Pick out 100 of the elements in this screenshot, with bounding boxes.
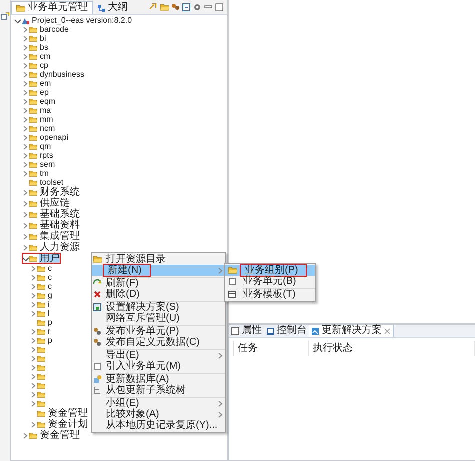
menu-item[interactable]: 打开资源目录 bbox=[92, 254, 225, 265]
menu-item[interactable]: 网络互斥管理(U) bbox=[92, 313, 225, 324]
tree-item[interactable]: ep bbox=[39, 88, 50, 97]
chevron-right-icon[interactable] bbox=[30, 354, 37, 362]
tree-item[interactable]: mm bbox=[39, 115, 54, 124]
chevron-right-icon[interactable] bbox=[22, 222, 29, 230]
tree-item[interactable]: Project_0--eas version:8.2.0 bbox=[31, 16, 134, 25]
tree-item[interactable]: bi bbox=[39, 34, 48, 43]
chevron-right-icon[interactable] bbox=[22, 44, 29, 52]
menu-item[interactable]: 发布业务单元(P) bbox=[92, 326, 225, 337]
menu-item[interactable]: 业务模板(T) bbox=[225, 289, 316, 300]
menu-item[interactable]: 删除(D) bbox=[92, 289, 225, 300]
chevron-right-icon[interactable] bbox=[22, 232, 29, 240]
tree-item[interactable]: dynbusiness bbox=[39, 70, 86, 79]
chevron-right-icon[interactable] bbox=[22, 106, 29, 114]
chevron-right-icon[interactable] bbox=[22, 142, 29, 150]
tree-item[interactable]: 供应链 bbox=[39, 198, 71, 209]
tree-item[interactable]: 资金管理 bbox=[39, 430, 81, 441]
menu-item[interactable]: 设置解决方案(S) bbox=[92, 302, 225, 313]
close-icon[interactable] bbox=[384, 328, 391, 334]
tree-item[interactable]: 资金计划 bbox=[47, 419, 89, 430]
menu-item[interactable]: 发布自定义元数据(C) bbox=[92, 337, 225, 348]
chevron-right-icon[interactable] bbox=[22, 70, 29, 78]
chevron-right-icon[interactable] bbox=[30, 274, 37, 282]
tree-item[interactable]: 基础系统 bbox=[39, 209, 81, 220]
chevron-right-icon[interactable] bbox=[30, 400, 37, 408]
chevron-right-icon[interactable] bbox=[30, 328, 37, 336]
tree-item[interactable]: r bbox=[47, 327, 52, 336]
chevron-right-icon[interactable] bbox=[30, 336, 37, 344]
restore-icon[interactable] bbox=[1, 12, 10, 20]
chevron-right-icon[interactable] bbox=[22, 152, 29, 160]
chevron-right-icon[interactable] bbox=[22, 200, 29, 208]
tab[interactable]: 业务单元管理 bbox=[11, 1, 93, 14]
menu-item[interactable]: 比较对象(A) bbox=[92, 409, 225, 420]
menu-item[interactable]: 导出(E) bbox=[92, 350, 225, 361]
tree-item[interactable]: bs bbox=[39, 43, 50, 52]
chevron-right-icon[interactable] bbox=[30, 292, 37, 300]
menu-item[interactable]: 业务单元(B) bbox=[225, 276, 316, 287]
tree-item[interactable]: 人力资源 bbox=[39, 242, 81, 253]
tab[interactable]: 控制台 bbox=[264, 325, 309, 337]
tab[interactable]: 属性 bbox=[229, 325, 264, 337]
maximize-icon[interactable] bbox=[215, 3, 225, 12]
column-header[interactable]: 任务 bbox=[234, 341, 309, 356]
folder-icon[interactable] bbox=[160, 3, 170, 12]
chevron-right-icon[interactable] bbox=[30, 390, 37, 398]
tree-item[interactable]: rpts bbox=[39, 151, 54, 160]
chevron-right-icon[interactable] bbox=[22, 52, 29, 60]
chevron-right-icon[interactable] bbox=[30, 346, 37, 354]
tree-item[interactable]: 财务系统 bbox=[39, 187, 81, 198]
tree-item[interactable]: c bbox=[47, 264, 53, 273]
tree-item[interactable]: barcode bbox=[39, 25, 70, 34]
chevron-right-icon[interactable] bbox=[22, 134, 29, 142]
chevron-right-icon[interactable] bbox=[22, 80, 29, 88]
tree-item[interactable]: c bbox=[47, 282, 53, 291]
collapse-all-icon[interactable] bbox=[182, 3, 192, 12]
chevron-right-icon[interactable] bbox=[22, 188, 29, 196]
tree-item[interactable]: l bbox=[47, 309, 51, 318]
tree-item[interactable]: 资金管理 bbox=[47, 408, 89, 419]
tree-item[interactable]: i bbox=[47, 300, 51, 309]
chevron-right-icon[interactable] bbox=[22, 210, 29, 218]
chevron-right-icon[interactable] bbox=[30, 364, 37, 372]
chevron-down-icon[interactable] bbox=[14, 16, 21, 24]
chevron-right-icon[interactable] bbox=[30, 300, 37, 308]
menu-item[interactable]: 更新数据库(A) bbox=[92, 374, 225, 385]
menu-item[interactable]: 新建(N) bbox=[92, 265, 225, 276]
chevron-right-icon[interactable] bbox=[22, 160, 29, 168]
tree-item[interactable]: p bbox=[47, 336, 54, 345]
chevron-right-icon[interactable] bbox=[22, 98, 29, 106]
chevron-right-icon[interactable] bbox=[22, 26, 29, 34]
tree-item[interactable]: sem bbox=[39, 160, 56, 169]
tree-item[interactable]: 基础资料 bbox=[39, 220, 81, 231]
menu-item[interactable]: 从包更新子系统树 bbox=[92, 385, 225, 396]
chevron-right-icon[interactable] bbox=[22, 34, 29, 42]
menu-item[interactable]: 业务组别(P) bbox=[225, 265, 316, 276]
chevron-right-icon[interactable] bbox=[22, 170, 29, 178]
tree-item[interactable]: 集成管理 bbox=[39, 231, 81, 242]
menu-item[interactable]: 刷新(F) bbox=[92, 278, 225, 289]
tab[interactable]: 大纲 bbox=[93, 2, 132, 14]
tree-item[interactable]: toolset bbox=[39, 178, 65, 187]
tree-item[interactable]: cm bbox=[39, 52, 52, 61]
tree-item[interactable]: tm bbox=[39, 169, 50, 178]
tree-item[interactable]: cp bbox=[39, 61, 50, 70]
chevron-right-icon[interactable] bbox=[22, 124, 29, 132]
chevron-down-icon[interactable] bbox=[22, 254, 29, 262]
chevron-right-icon[interactable] bbox=[30, 264, 37, 272]
chevron-right-icon[interactable] bbox=[30, 382, 37, 390]
tree-item[interactable]: eqm bbox=[39, 97, 57, 106]
menu-item[interactable]: 引入业务单元(M) bbox=[92, 361, 225, 372]
tree-item[interactable]: qm bbox=[39, 142, 52, 151]
menu-item[interactable]: 从本地历史记录复原(Y)... bbox=[92, 420, 225, 431]
tree-item[interactable]: em bbox=[39, 79, 52, 88]
chevron-right-icon[interactable] bbox=[22, 88, 29, 96]
tree-item[interactable]: ma bbox=[39, 106, 52, 115]
tree-item[interactable]: ncm bbox=[39, 124, 56, 133]
chevron-right-icon[interactable] bbox=[22, 62, 29, 70]
tree-item[interactable]: openapi bbox=[39, 133, 70, 142]
tree-item[interactable]: c bbox=[47, 273, 53, 282]
tree-item[interactable]: g bbox=[47, 291, 54, 300]
chevron-right-icon[interactable] bbox=[22, 432, 29, 440]
chevron-right-icon[interactable] bbox=[22, 116, 29, 124]
